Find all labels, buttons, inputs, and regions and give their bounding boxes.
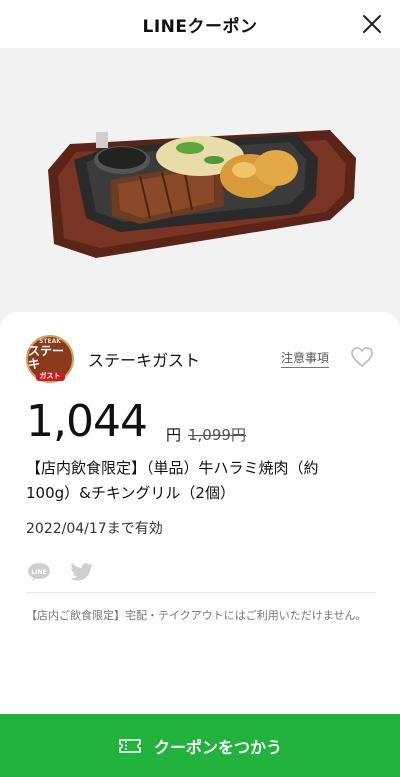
- food-illustration: [0, 48, 400, 338]
- logo-middle-text: ステーキ: [28, 343, 65, 371]
- ticket-icon: [119, 738, 141, 753]
- coupon-card: STEAK ステーキ ガスト ステーキガスト 注意事項 1,044 円 1,09…: [0, 312, 400, 714]
- use-coupon-label: クーポンをつかう: [153, 737, 282, 757]
- header: LINEクーポン: [0, 0, 400, 48]
- heart-icon[interactable]: [349, 344, 375, 370]
- close-icon[interactable]: [360, 12, 384, 36]
- original-price: 1,099円: [188, 426, 246, 444]
- logo-bottom-text: ガスト: [35, 371, 65, 381]
- coupon-description: 【店内飲食限定】（単品）牛ハラミ焼肉（約100g）&チキングリル（2個）: [26, 459, 319, 502]
- coupon-price: 1,044: [26, 396, 148, 447]
- shop-name: ステーキガスト: [88, 351, 201, 370]
- line-icon[interactable]: LINE: [26, 562, 52, 582]
- expiry-date: 2022/04/17まで有効: [26, 521, 163, 537]
- notes-link[interactable]: 注意事項: [281, 349, 330, 368]
- usage-note: 【店内ご飲食限定】宅配・テイクアウトにはご利用いただけません。: [26, 609, 367, 622]
- price-unit: 円: [166, 426, 182, 444]
- header-title: LINEクーポン: [142, 16, 258, 37]
- price-row: 1,044 円 1,099円: [26, 396, 376, 456]
- use-coupon-button[interactable]: クーポンをつかう: [0, 714, 400, 777]
- shop-row: STEAK ステーキ ガスト ステーキガスト 注意事項: [26, 335, 376, 383]
- twitter-icon[interactable]: [70, 562, 94, 582]
- svg-text:LINE: LINE: [31, 569, 46, 576]
- hero-food-image: [0, 48, 400, 338]
- shop-logo: STEAK ステーキ ガスト: [26, 335, 74, 383]
- divider: [26, 592, 376, 593]
